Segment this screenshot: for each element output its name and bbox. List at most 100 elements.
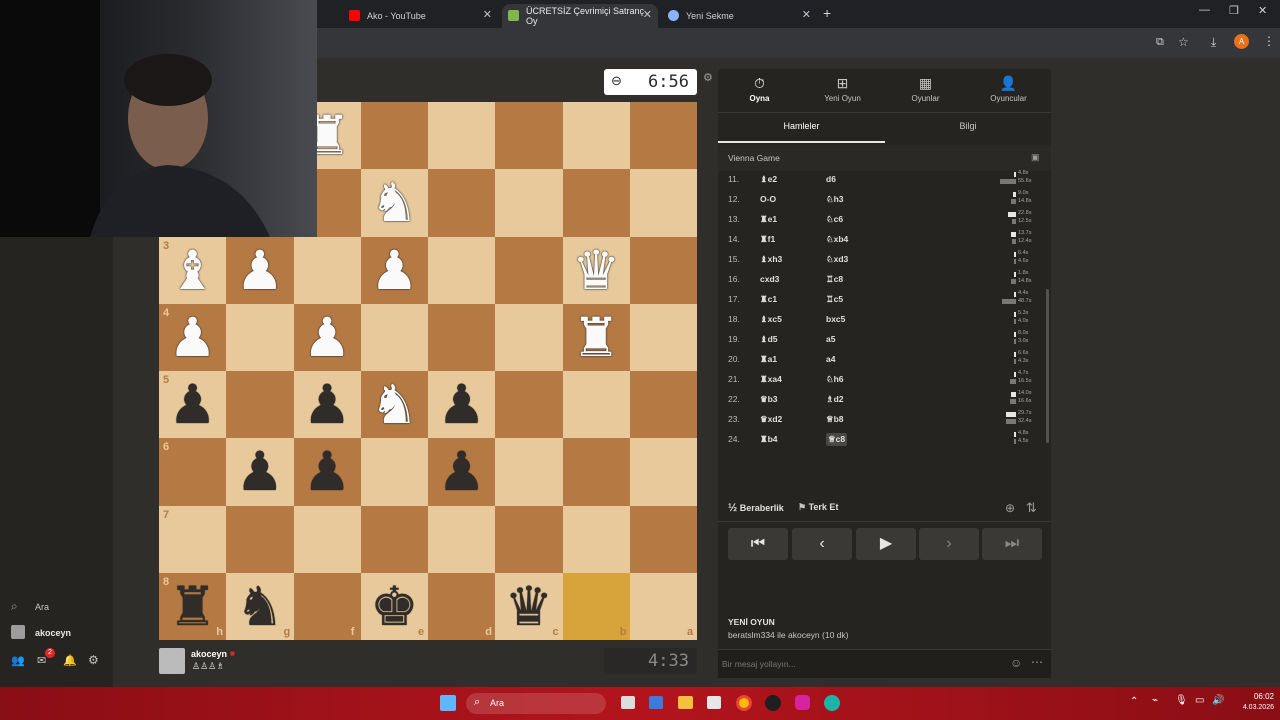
profile-avatar[interactable]: A: [1234, 34, 1249, 49]
gear-icon[interactable]: ⚙: [88, 653, 99, 667]
black-pawn[interactable]: ♟: [226, 438, 293, 505]
download-icon[interactable]: ⤓: [1211, 35, 1216, 50]
file-explorer-icon[interactable]: [678, 696, 693, 709]
white-move[interactable]: ♛xd2: [760, 414, 782, 425]
sidebar-search-label[interactable]: Ara: [35, 602, 49, 612]
black-move[interactable]: ♖c8: [826, 274, 843, 285]
move-row[interactable]: 18. ♝xc5 bxc5 5.3s 4.0s: [718, 309, 1043, 329]
board-square[interactable]: [428, 236, 496, 304]
last-move-button[interactable]: ⏭: [982, 528, 1042, 560]
bell-icon[interactable]: 🔔: [63, 654, 77, 667]
white-move[interactable]: ♜c1: [760, 294, 777, 305]
board-square[interactable]: [629, 438, 697, 506]
resign-button[interactable]: ⚑ Terk Et: [798, 502, 838, 513]
taskbar-search[interactable]: ⌕ Ara: [466, 693, 606, 714]
board-settings-icon[interactable]: ⚙: [703, 71, 713, 84]
instagram-icon[interactable]: [795, 695, 810, 710]
nav-players[interactable]: 👤 Oyuncular: [967, 75, 1050, 103]
move-row[interactable]: 19. ♝d5 a5 8.0s 3.0s: [718, 329, 1043, 349]
white-pawn[interactable]: ♟: [361, 237, 428, 304]
play-button[interactable]: ▶: [856, 528, 916, 560]
scrollbar[interactable]: [1046, 289, 1049, 443]
white-move[interactable]: ♜xa4: [760, 374, 782, 385]
first-move-button[interactable]: ⏮: [728, 528, 788, 560]
tab-youtube[interactable]: Ako - YouTube ✕: [343, 4, 498, 28]
move-row[interactable]: 20. ♜a1 a4 6.6s 4.3s: [718, 349, 1043, 369]
board-square[interactable]: [629, 236, 697, 304]
board-square[interactable]: [495, 303, 563, 371]
black-move[interactable]: a5: [826, 334, 835, 344]
edge-icon[interactable]: [824, 695, 840, 711]
clock-date[interactable]: 4.03.2026: [1224, 704, 1274, 711]
bookmark-star-icon[interactable]: ☆: [1178, 35, 1189, 49]
board-square[interactable]: [226, 505, 294, 573]
board-square[interactable]: [360, 303, 428, 371]
white-rook[interactable]: ♜: [563, 304, 630, 371]
task-view-icon[interactable]: [621, 696, 635, 709]
board-square[interactable]: [226, 371, 294, 439]
black-move[interactable]: ♘c6: [826, 214, 843, 225]
chrome-icon[interactable]: [736, 695, 752, 711]
avatar[interactable]: [11, 625, 25, 639]
white-move[interactable]: ♜e1: [760, 214, 777, 225]
draw-button[interactable]: ½ Beraberlik: [728, 502, 784, 514]
board-square[interactable]: [629, 371, 697, 439]
white-pawn[interactable]: ♟: [294, 304, 361, 371]
black-move[interactable]: ♘xb4: [826, 234, 848, 245]
book-icon[interactable]: ▣: [1031, 152, 1040, 163]
flip-board-icon[interactable]: ⇅: [1026, 500, 1037, 516]
black-pawn[interactable]: ♟: [428, 438, 495, 505]
board-square[interactable]: [495, 102, 563, 170]
network-icon[interactable]: ⌁: [1152, 695, 1158, 706]
black-move[interactable]: a4: [826, 354, 835, 364]
chat-input[interactable]: [722, 655, 992, 673]
move-row[interactable]: 17. ♜c1 ♖c5 4.4s 48.7s: [718, 289, 1043, 309]
board-square[interactable]: [629, 169, 697, 237]
black-pawn[interactable]: ♟: [428, 371, 495, 438]
move-row[interactable]: 22. ♛b3 ♗d2 14.0s 16.6s: [718, 389, 1043, 409]
board-square[interactable]: [629, 102, 697, 170]
move-row[interactable]: 24. ♜b4 ♕c8 4.8s 4.5s: [718, 429, 1043, 449]
board-square[interactable]: [495, 236, 563, 304]
player-name[interactable]: akoceyn: [191, 649, 227, 659]
analysis-icon[interactable]: ⊕: [1005, 501, 1015, 515]
white-move[interactable]: ♝e2: [760, 174, 777, 185]
board-square[interactable]: [226, 303, 294, 371]
move-row[interactable]: 13. ♜e1 ♘c6 22.8s 12.5s: [718, 209, 1043, 229]
white-move[interactable]: ♝xc5: [760, 314, 782, 325]
move-row[interactable]: 14. ♜f1 ♘xb4 13.7s 12.4s: [718, 229, 1043, 249]
new-tab-button[interactable]: +: [823, 5, 831, 21]
move-row[interactable]: 16. cxd3 ♖c8 1.8s 14.8s: [718, 269, 1043, 289]
nav-new-game[interactable]: ⊞ Yeni Oyun: [801, 75, 884, 103]
white-move[interactable]: ♜a1: [760, 354, 777, 365]
next-move-button[interactable]: ›: [919, 528, 979, 560]
emoji-icon[interactable]: ☺: [1010, 656, 1022, 670]
board-square[interactable]: [360, 438, 428, 506]
black-pawn[interactable]: ♟: [294, 371, 361, 438]
more-icon[interactable]: ⋯: [1031, 655, 1043, 669]
white-move[interactable]: ♛b3: [760, 394, 778, 405]
tab-new[interactable]: Yeni Sekme ✕: [662, 4, 817, 28]
close-icon[interactable]: ✕: [643, 8, 652, 21]
white-move[interactable]: ♜f1: [760, 234, 775, 245]
move-row[interactable]: 23. ♛xd2 ♕b8 29.7s 32.4s: [718, 409, 1043, 429]
board-square[interactable]: [293, 505, 361, 573]
copilot-icon[interactable]: [649, 696, 663, 709]
board-square[interactable]: [428, 303, 496, 371]
store-icon[interactable]: [707, 696, 721, 709]
board-square[interactable]: [495, 438, 563, 506]
white-move[interactable]: O-O: [760, 194, 776, 204]
board-square[interactable]: [428, 169, 496, 237]
black-move[interactable]: bxc5: [826, 314, 845, 324]
black-move[interactable]: ♖c5: [826, 294, 843, 305]
white-move[interactable]: cxd3: [760, 274, 779, 284]
tab-chess[interactable]: ÜCRETSİZ Çevrimiçi Satranç Oy ✕: [502, 4, 658, 28]
board-square[interactable]: [495, 371, 563, 439]
tab-moves[interactable]: Hamleler: [718, 113, 885, 143]
board-square[interactable]: [428, 505, 496, 573]
board-square[interactable]: [562, 505, 630, 573]
obs-icon[interactable]: [765, 695, 781, 711]
move-row[interactable]: 11. ♝e2 d6 4.8s 55.6s: [718, 169, 1043, 189]
display-icon[interactable]: ▭: [1195, 695, 1204, 706]
board-square[interactable]: [360, 102, 428, 170]
